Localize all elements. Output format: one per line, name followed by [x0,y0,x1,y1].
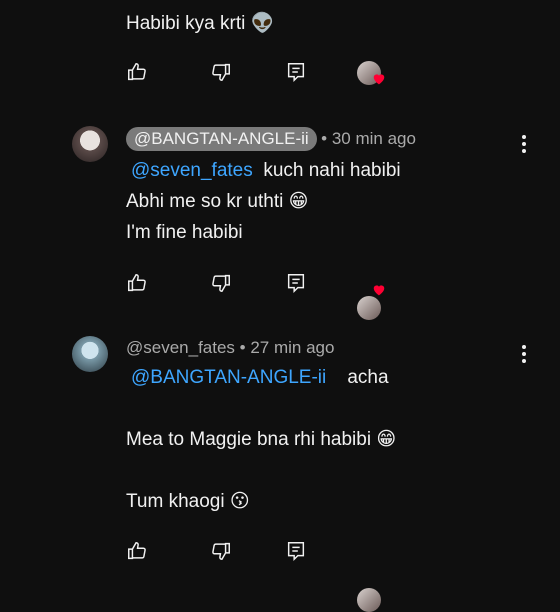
comment-text: Habibi kya krti 👽 [126,13,275,34]
comment-header: @BANGTAN-ANGLE-ii • 30 min ago [126,127,416,151]
heart-icon [372,72,386,90]
thumbs-down-icon[interactable] [210,272,232,294]
comment-timestamp: • 30 min ago [321,129,416,148]
more-vert-icon[interactable] [514,132,534,156]
heart-icon [372,283,386,301]
thumbs-up-icon[interactable] [126,540,148,562]
reply-icon[interactable] [285,540,307,562]
more-vert-icon[interactable] [514,342,534,366]
reply-icon[interactable] [285,272,307,294]
comment-text: I'm fine habibi [126,222,243,243]
avatar[interactable] [72,336,108,372]
thumbs-up-icon[interactable] [126,61,148,83]
avatar[interactable] [72,126,108,162]
comment-line: @seven_fates kuch nahi habibi [131,160,401,182]
reply-icon[interactable] [285,61,307,83]
mention-link[interactable]: @seven_fates [131,160,253,181]
comment-text: Abhi me so kr uthti 😁 [126,191,309,212]
comment-text: Tum khaogi 😗 [126,491,250,512]
author-chip[interactable]: @BANGTAN-ANGLE-ii [126,127,317,151]
comment-line: @BANGTAN-ANGLE-ii acha [131,367,389,389]
mention-link[interactable]: @BANGTAN-ANGLE-ii [131,367,326,388]
comment-text: kuch nahi habibi [263,160,401,181]
creator-heart-avatar [357,588,381,612]
comment-text: Mea to Maggie bna rhi habibi 😁 [126,429,397,450]
comment-header: @seven_fates • 27 min ago [126,338,335,357]
thumbs-up-icon[interactable] [126,272,148,294]
thumbs-down-icon[interactable] [210,61,232,83]
thumbs-down-icon[interactable] [210,540,232,562]
comment-text: acha [347,367,389,388]
